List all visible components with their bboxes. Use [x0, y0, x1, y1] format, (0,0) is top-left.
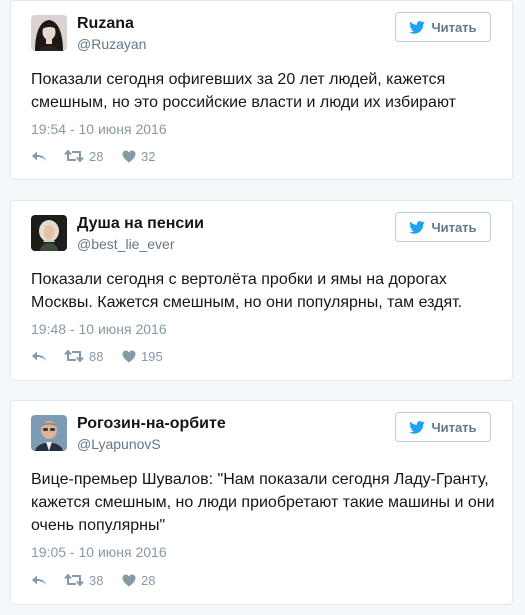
reply-icon [32, 351, 46, 361]
tweet-text: Вице-премьер Шувалов: "Нам показали сего… [31, 471, 495, 534]
reply-button[interactable] [31, 350, 47, 362]
tweet-timestamp[interactable]: 19:54 - 10 июня 2016 [31, 121, 167, 137]
author-name[interactable]: Душа на пенсии [77, 215, 204, 233]
like-button[interactable]: 28 [122, 573, 155, 588]
like-count: 32 [141, 148, 156, 164]
heart-icon [122, 150, 136, 162]
tweet-card: Рогозин-на-орбите @LyapunovS Читать Вице… [10, 400, 513, 605]
author-handle[interactable]: @LyapunovS [77, 436, 161, 452]
follow-label: Читать [431, 219, 477, 235]
retweet-button[interactable]: 88 [64, 349, 114, 364]
tweet-actions: 38 28 [31, 572, 155, 588]
tweet-timestamp[interactable]: 19:05 - 10 июня 2016 [31, 544, 167, 560]
retweet-icon [64, 349, 84, 363]
retweet-count: 88 [89, 348, 104, 364]
follow-button[interactable]: Читать [395, 212, 491, 242]
retweet-count: 28 [89, 148, 104, 164]
retweet-button[interactable]: 38 [64, 573, 114, 588]
twitter-bird-icon [409, 20, 426, 34]
like-count: 195 [141, 348, 163, 364]
twitter-bird-icon [409, 220, 426, 234]
author-name[interactable]: Рогозин-на-орбите [77, 415, 226, 433]
like-count: 28 [141, 572, 156, 588]
retweet-count: 38 [89, 572, 104, 588]
heart-icon [122, 574, 136, 586]
author-name[interactable]: Ruzana [77, 15, 134, 33]
twitter-bird-icon [409, 420, 426, 434]
retweet-icon [64, 573, 84, 587]
retweet-icon [64, 149, 84, 163]
follow-button[interactable]: Читать [395, 412, 491, 442]
avatar[interactable] [31, 415, 67, 451]
reply-button[interactable] [31, 150, 47, 162]
avatar[interactable] [31, 15, 67, 51]
retweet-button[interactable]: 28 [64, 149, 114, 164]
author-handle[interactable]: @Ruzayan [77, 36, 146, 52]
tweet-card: Душа на пенсии @best_lie_ever Читать Пок… [10, 200, 513, 381]
avatar[interactable] [31, 215, 67, 251]
follow-button[interactable]: Читать [395, 12, 491, 42]
reply-icon [32, 151, 46, 161]
tweet-text: Показали сегодня офигевших за 20 лет люд… [31, 71, 456, 111]
like-button[interactable]: 32 [122, 149, 155, 164]
author-handle[interactable]: @best_lie_ever [77, 236, 175, 252]
tweet-card: Ruzana @Ruzayan Читать Показали сегодня … [10, 0, 513, 180]
follow-label: Читать [431, 19, 477, 35]
heart-icon [122, 350, 136, 362]
follow-label: Читать [431, 419, 477, 435]
tweet-timestamp[interactable]: 19:48 - 10 июня 2016 [31, 321, 167, 337]
reply-button[interactable] [31, 574, 47, 586]
tweet-text: Показали сегодня с вертолёта пробки и ям… [31, 271, 463, 311]
tweet-actions: 88 195 [31, 348, 163, 364]
like-button[interactable]: 195 [122, 349, 163, 364]
tweet-actions: 28 32 [31, 148, 155, 164]
reply-icon [32, 575, 46, 585]
